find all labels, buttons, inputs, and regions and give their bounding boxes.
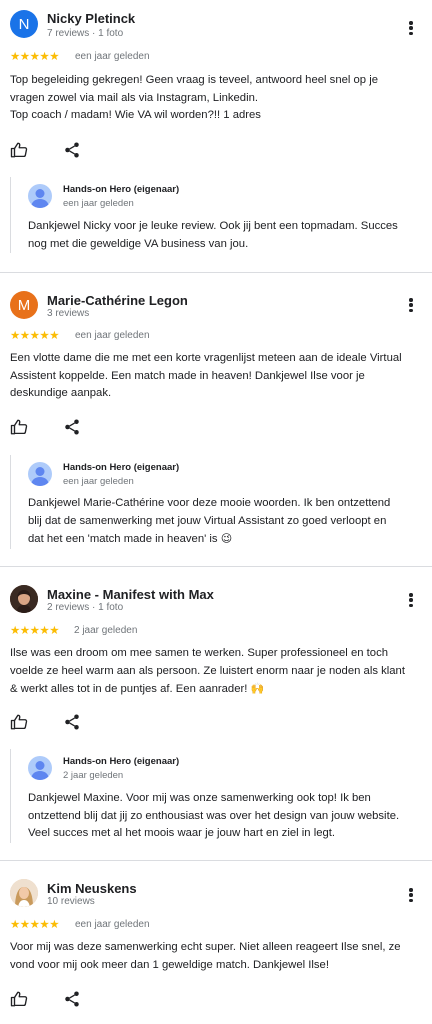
review-text-line: Assistent koppelde. Een match made in he… <box>10 369 365 382</box>
review-card: Kim Neuskens 10 reviews ★★★★★ een jaar g… <box>0 861 432 1024</box>
wink-emoji: 😉 <box>220 532 233 545</box>
more-options-icon[interactable] <box>406 296 416 314</box>
review-text: Een vlotte dame die me met een korte vra… <box>10 350 424 403</box>
review-date: een jaar geleden <box>75 51 150 62</box>
reply-text-line: Veel succes met al het moois waar je jou… <box>28 827 336 839</box>
reviewer-avatar[interactable]: M <box>10 291 38 319</box>
thumbs-up-icon[interactable] <box>10 141 28 159</box>
review-date: een jaar geleden <box>75 919 150 930</box>
reply-text-line: Dankjewel Maxine. Voor mij was onze same… <box>28 792 371 804</box>
review-text: Voor mij was deze samenwerking echt supe… <box>10 939 424 974</box>
owner-reply: Hands-on Hero (eigenaar) een jaar gelede… <box>10 455 422 549</box>
star-rating: ★★★★★ <box>10 625 60 637</box>
reviewer-avatar[interactable] <box>10 585 38 613</box>
owner-name: Hands-on Hero (eigenaar) <box>63 184 180 195</box>
review-text-line: & werkt alles tot in de puntjes af. Een … <box>10 682 265 695</box>
review-text-line: deskundige aanpak. <box>10 387 112 399</box>
review-text: Ilse was een droom om mee samen te werke… <box>10 645 424 699</box>
reply-text-line: Dankjewel Marie-Cathérine voor deze mooi… <box>28 497 391 509</box>
review-text-line: Ilse was een droom om mee samen te werke… <box>10 647 389 659</box>
owner-reply: Hands-on Hero (eigenaar) 2 jaar geleden … <box>10 749 422 843</box>
thumbs-up-icon[interactable] <box>10 418 28 436</box>
review-text-line: Top begeleiding gekregen! Geen vraag is … <box>10 74 379 86</box>
reviewer-meta: 7 reviews · 1 foto <box>47 28 124 39</box>
owner-reply-date: 2 jaar geleden <box>63 770 124 781</box>
reviewer-meta: 3 reviews <box>47 308 90 319</box>
owner-avatar[interactable] <box>28 756 52 780</box>
review-text-line: vragen zowel via mail als via Instagram,… <box>10 91 259 104</box>
owner-reply: Hands-on Hero (eigenaar) een jaar gelede… <box>10 177 422 253</box>
star-rating: ★★★★★ <box>10 330 60 342</box>
review-card: M Marie-Cathérine Legon 3 reviews ★★★★★ … <box>0 273 432 565</box>
review-card: Maxine - Manifest with Max 2 reviews · 1… <box>0 567 432 859</box>
reviewer-name[interactable]: Marie-Cathérine Legon <box>47 293 188 308</box>
more-options-icon[interactable] <box>406 591 416 609</box>
star-rating: ★★★★★ <box>10 919 60 931</box>
share-icon[interactable] <box>63 713 81 731</box>
share-icon[interactable] <box>63 990 81 1008</box>
owner-avatar[interactable] <box>28 462 52 486</box>
review-text-line: voelde ze heel warm aan als persoon. Ze … <box>10 664 405 677</box>
more-options-icon[interactable] <box>406 19 416 37</box>
owner-reply-text: Dankjewel Maxine. Voor mij was onze same… <box>28 790 420 843</box>
reviewer-name[interactable]: Kim Neuskens <box>47 881 137 896</box>
reviewer-meta: 10 reviews <box>47 896 95 907</box>
more-options-icon[interactable] <box>406 886 416 904</box>
reviewer-avatar[interactable] <box>10 879 38 907</box>
owner-reply-text: Dankjewel Marie-Cathérine voor deze mooi… <box>28 495 420 549</box>
owner-name: Hands-on Hero (eigenaar) <box>63 756 180 767</box>
reply-text-line: blij dat de samenwerking met jouw Virtua… <box>28 514 387 527</box>
review-text-line: Een vlotte dame die me met een korte vra… <box>10 352 402 364</box>
review-text: Top begeleiding gekregen! Geen vraag is … <box>10 72 424 125</box>
owner-avatar[interactable] <box>28 184 52 208</box>
reply-text-line: ontzettend blij dat jij zo enthousiast w… <box>28 809 400 822</box>
reviewer-avatar[interactable]: N <box>10 10 38 38</box>
star-rating: ★★★★★ <box>10 51 60 63</box>
review-text-line: Top coach / madam! Wie VA wil worden?!! … <box>10 109 261 121</box>
thumbs-up-icon[interactable] <box>10 990 28 1008</box>
owner-reply-text: Dankjewel Nicky voor je leuke review. Oo… <box>28 218 420 253</box>
review-date: 2 jaar geleden <box>74 625 138 636</box>
reviewer-name[interactable]: Nicky Pletinck <box>47 11 135 26</box>
owner-reply-date: een jaar geleden <box>63 476 134 487</box>
reply-text-line: dat het een 'match made in heaven' is 😉 <box>28 532 233 545</box>
review-text-line: Voor mij was deze samenwerking echt supe… <box>10 941 401 953</box>
reply-text-line: Dankjewel Nicky voor je leuke review. Oo… <box>28 220 398 232</box>
review-card: N Nicky Pletinck 7 reviews · 1 foto ★★★★… <box>0 0 432 270</box>
share-icon[interactable] <box>63 141 81 159</box>
reviewer-name[interactable]: Maxine - Manifest with Max <box>47 587 214 602</box>
raised-hands-emoji: 🙌 <box>250 682 265 695</box>
review-date: een jaar geleden <box>75 330 150 341</box>
reviewer-meta: 2 reviews · 1 foto <box>47 602 124 613</box>
owner-name: Hands-on Hero (eigenaar) <box>63 462 180 473</box>
reply-text-line: nog met die geweldige VA business van jo… <box>28 237 249 250</box>
owner-reply-date: een jaar geleden <box>63 198 134 209</box>
share-icon[interactable] <box>63 418 81 436</box>
thumbs-up-icon[interactable] <box>10 713 28 731</box>
review-text-line: vond voor mij ook meer dan 1 geweldige m… <box>10 958 329 971</box>
